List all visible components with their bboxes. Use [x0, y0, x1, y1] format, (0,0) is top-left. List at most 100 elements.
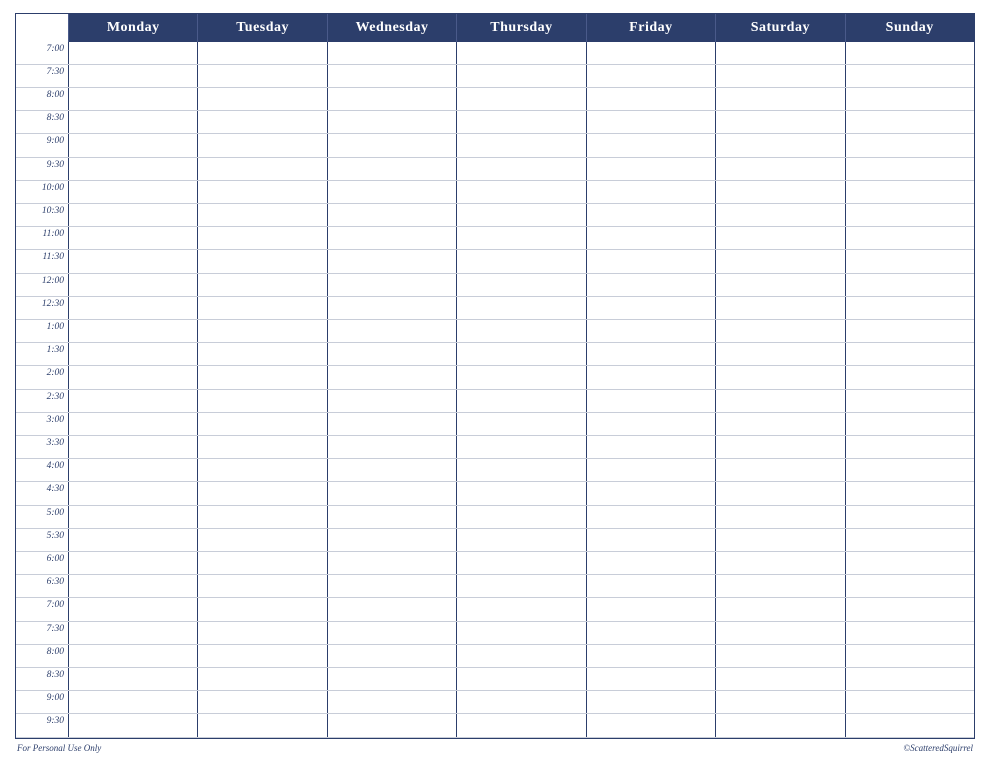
day-cell[interactable] — [327, 65, 456, 87]
day-cell[interactable] — [197, 65, 326, 87]
day-cell[interactable] — [586, 320, 715, 342]
day-cell[interactable] — [715, 181, 844, 203]
day-cell[interactable] — [586, 343, 715, 365]
day-cell[interactable] — [845, 111, 974, 133]
day-cell[interactable] — [456, 714, 585, 736]
day-cell[interactable] — [715, 390, 844, 412]
day-cell[interactable] — [197, 691, 326, 713]
day-cell[interactable] — [845, 413, 974, 435]
day-cell[interactable] — [715, 645, 844, 667]
day-cell[interactable] — [586, 552, 715, 574]
day-cell[interactable] — [68, 227, 197, 249]
day-cell[interactable] — [456, 204, 585, 226]
day-cell[interactable] — [456, 529, 585, 551]
day-cell[interactable] — [197, 598, 326, 620]
day-cell[interactable] — [586, 204, 715, 226]
day-cell[interactable] — [68, 714, 197, 736]
day-cell[interactable] — [586, 390, 715, 412]
day-cell[interactable] — [715, 598, 844, 620]
day-cell[interactable] — [586, 181, 715, 203]
day-cell[interactable] — [197, 250, 326, 272]
day-cell[interactable] — [327, 204, 456, 226]
day-cell[interactable] — [327, 390, 456, 412]
day-cell[interactable] — [586, 436, 715, 458]
day-cell[interactable] — [197, 714, 326, 736]
day-cell[interactable] — [197, 88, 326, 110]
day-cell[interactable] — [715, 482, 844, 504]
day-cell[interactable] — [327, 482, 456, 504]
day-cell[interactable] — [715, 250, 844, 272]
day-cell[interactable] — [586, 714, 715, 736]
day-cell[interactable] — [845, 645, 974, 667]
day-cell[interactable] — [327, 181, 456, 203]
day-cell[interactable] — [197, 274, 326, 296]
day-cell[interactable] — [327, 598, 456, 620]
day-cell[interactable] — [68, 297, 197, 319]
day-cell[interactable] — [715, 552, 844, 574]
day-cell[interactable] — [68, 158, 197, 180]
day-cell[interactable] — [68, 274, 197, 296]
day-cell[interactable] — [456, 65, 585, 87]
day-cell[interactable] — [845, 436, 974, 458]
day-cell[interactable] — [456, 598, 585, 620]
day-cell[interactable] — [586, 645, 715, 667]
day-cell[interactable] — [68, 506, 197, 528]
day-cell[interactable] — [327, 320, 456, 342]
day-cell[interactable] — [845, 459, 974, 481]
day-cell[interactable] — [68, 390, 197, 412]
day-cell[interactable] — [327, 343, 456, 365]
day-cell[interactable] — [456, 366, 585, 388]
day-cell[interactable] — [715, 714, 844, 736]
day-cell[interactable] — [845, 204, 974, 226]
day-cell[interactable] — [197, 181, 326, 203]
day-cell[interactable] — [586, 459, 715, 481]
day-cell[interactable] — [456, 552, 585, 574]
day-cell[interactable] — [715, 575, 844, 597]
day-cell[interactable] — [845, 529, 974, 551]
day-cell[interactable] — [68, 691, 197, 713]
day-cell[interactable] — [456, 297, 585, 319]
day-cell[interactable] — [715, 88, 844, 110]
day-cell[interactable] — [68, 552, 197, 574]
day-cell[interactable] — [68, 575, 197, 597]
day-cell[interactable] — [715, 158, 844, 180]
day-cell[interactable] — [715, 366, 844, 388]
day-cell[interactable] — [715, 204, 844, 226]
day-cell[interactable] — [845, 482, 974, 504]
day-cell[interactable] — [327, 227, 456, 249]
day-cell[interactable] — [586, 598, 715, 620]
day-cell[interactable] — [327, 42, 456, 64]
day-cell[interactable] — [68, 88, 197, 110]
day-cell[interactable] — [586, 111, 715, 133]
day-cell[interactable] — [845, 575, 974, 597]
day-cell[interactable] — [456, 88, 585, 110]
day-cell[interactable] — [197, 320, 326, 342]
day-cell[interactable] — [68, 622, 197, 644]
day-cell[interactable] — [197, 366, 326, 388]
day-cell[interactable] — [845, 691, 974, 713]
day-cell[interactable] — [586, 482, 715, 504]
day-cell[interactable] — [68, 42, 197, 64]
day-cell[interactable] — [327, 88, 456, 110]
day-cell[interactable] — [327, 645, 456, 667]
day-cell[interactable] — [586, 227, 715, 249]
day-cell[interactable] — [715, 274, 844, 296]
day-cell[interactable] — [197, 436, 326, 458]
day-cell[interactable] — [197, 204, 326, 226]
day-cell[interactable] — [197, 134, 326, 156]
day-cell[interactable] — [197, 297, 326, 319]
day-cell[interactable] — [586, 42, 715, 64]
day-cell[interactable] — [586, 158, 715, 180]
day-cell[interactable] — [845, 320, 974, 342]
day-cell[interactable] — [845, 158, 974, 180]
day-cell[interactable] — [197, 552, 326, 574]
day-cell[interactable] — [586, 88, 715, 110]
day-cell[interactable] — [68, 459, 197, 481]
day-cell[interactable] — [845, 668, 974, 690]
day-cell[interactable] — [456, 645, 585, 667]
day-cell[interactable] — [197, 622, 326, 644]
day-cell[interactable] — [456, 134, 585, 156]
day-cell[interactable] — [586, 668, 715, 690]
day-cell[interactable] — [327, 691, 456, 713]
day-cell[interactable] — [845, 250, 974, 272]
